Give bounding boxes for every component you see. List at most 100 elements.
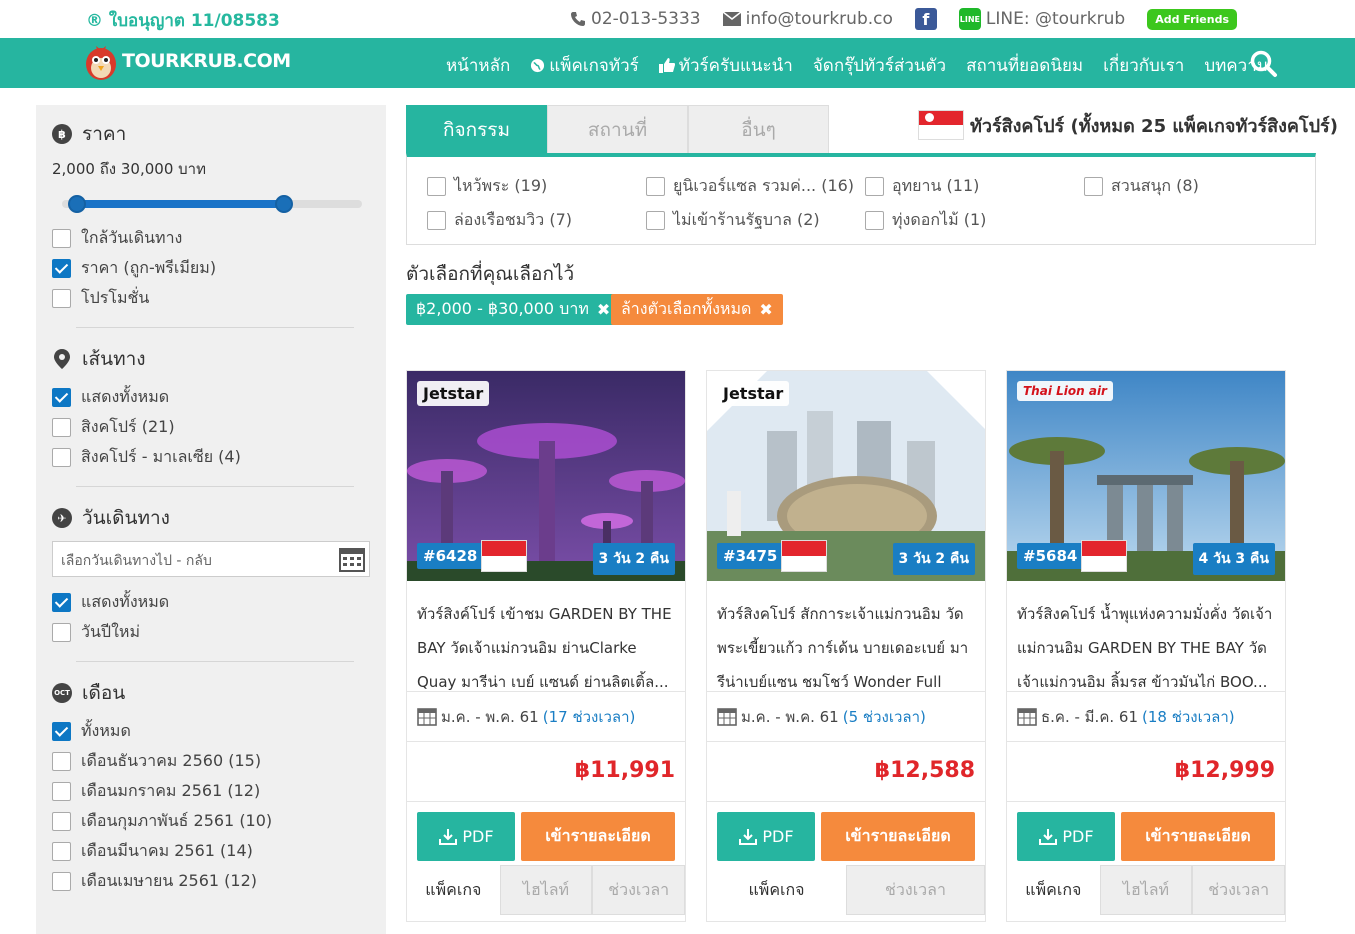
menu-recommended[interactable]: ทัวร์ครับแนะนำ [658, 52, 793, 79]
menu-popular-places[interactable]: สถานที่ยอดนิยม [966, 52, 1083, 79]
checkbox[interactable] [865, 211, 884, 230]
checkbox[interactable] [52, 751, 71, 771]
checkbox[interactable] [865, 177, 884, 196]
tab-places[interactable]: สถานที่ [547, 105, 688, 155]
menu-about-us[interactable]: เกี่ยวกับเรา [1103, 52, 1184, 79]
month-option[interactable]: เดือนกุมภาพันธ์ 2561 (10) [52, 806, 370, 836]
phone-icon [571, 12, 585, 26]
month-option[interactable]: เดือนธันวาคม 2560 (15) [52, 746, 370, 776]
tour-slots[interactable]: (17 ช่วงเวลา) [543, 705, 636, 729]
checkbox[interactable] [52, 447, 71, 467]
checkbox[interactable] [1084, 177, 1103, 196]
checkbox[interactable] [52, 721, 71, 741]
price-option[interactable]: ราคา (ถูก-พรีเมียม) [52, 253, 370, 283]
slider-max-handle[interactable] [275, 195, 293, 213]
site-logo[interactable]: TOURKRUB.COM [84, 40, 291, 82]
tour-image[interactable]: Jetstar #3475 3 วัน 2 คืน [707, 371, 985, 581]
tab-periods[interactable]: ช่วงเวลา [592, 865, 686, 915]
checkbox[interactable] [646, 211, 665, 230]
checkbox[interactable] [52, 228, 71, 248]
tab-package[interactable]: แพ็คเกจ [407, 865, 500, 915]
airline-logo: Thai Lion air [1017, 381, 1113, 401]
tour-slots[interactable]: (18 ช่วงเวลา) [1142, 705, 1235, 729]
close-icon[interactable]: ✖ [597, 300, 610, 319]
email-contact[interactable]: info@tourkrub.co [722, 9, 893, 29]
menu-private-group[interactable]: จัดกรุ๊ปทัวร์ส่วนตัว [813, 52, 946, 79]
add-friends-button[interactable]: Add Friends [1147, 8, 1238, 30]
checkbox[interactable] [52, 781, 71, 801]
activity-filter-item[interactable]: อุทยาน (11) [865, 174, 979, 199]
menu-tour-packages[interactable]: แพ็คเกจทัวร์ [530, 52, 639, 79]
view-details-button[interactable]: เข้ารายละเอียด [521, 812, 675, 861]
slider-min-handle[interactable] [68, 195, 86, 213]
line-contact[interactable]: LINE LINE: @tourkrub [958, 8, 1125, 30]
tour-period: ธ.ค. - มี.ค. 61 (18 ช่วงเวลา) [1007, 691, 1285, 741]
tab-periods[interactable]: ช่วงเวลา [846, 865, 985, 915]
pdf-button[interactable]: PDF [1017, 812, 1115, 861]
tab-periods[interactable]: ช่วงเวลา [1192, 865, 1286, 915]
view-details-button[interactable]: เข้ารายละเอียด [821, 812, 975, 861]
tab-highlights[interactable]: ไฮไลท์ [499, 865, 593, 915]
route-option[interactable]: แสดงทั้งหมด [52, 382, 370, 412]
price-option[interactable]: โปรโมชั่น [52, 283, 370, 313]
checkbox[interactable] [52, 841, 71, 861]
tour-title[interactable]: ทัวร์สิงค์โปร์ เข้าชม GARDEN BY THE BAY … [407, 581, 685, 691]
calendar-month-icon: OCT [52, 683, 72, 703]
tab-highlights[interactable]: ไฮไลท์ [1099, 865, 1193, 915]
calendar-icon[interactable] [339, 546, 365, 572]
month-option[interactable]: เดือนเมษายน 2561 (12) [52, 866, 370, 896]
checkbox[interactable] [52, 417, 71, 437]
month-option[interactable]: เดือนมีนาคม 2561 (14) [52, 836, 370, 866]
menu-home[interactable]: หน้าหลัก [446, 52, 510, 79]
checkbox[interactable] [52, 288, 71, 308]
checkbox[interactable] [52, 258, 71, 278]
travel-date-option[interactable]: วันปีใหม่ [52, 617, 370, 647]
travel-date-option[interactable]: แสดงทั้งหมด [52, 587, 370, 617]
phone-number: 02-013-5333 [591, 9, 701, 29]
tour-slots[interactable]: (5 ช่วงเวลา) [843, 705, 926, 729]
activity-filter-item[interactable]: สวนสนุก (8) [1084, 174, 1199, 199]
route-option[interactable]: สิงคโปร์ (21) [52, 412, 370, 442]
view-details-button[interactable]: เข้ารายละเอียด [1121, 812, 1275, 861]
facebook-icon[interactable]: f [914, 8, 937, 30]
activity-filter-item[interactable]: ล่องเรือชมวิว (7) [427, 208, 572, 233]
checkbox[interactable] [52, 622, 71, 642]
country-title-text: ทัวร์สิงคโปร์ (ทั้งหมด 25 แพ็คเกจทัวร์สิ… [970, 115, 1338, 137]
tab-others[interactable]: อื่นๆ [688, 105, 829, 155]
checkbox[interactable] [52, 592, 71, 612]
checkbox[interactable] [427, 211, 446, 230]
activity-filter-item[interactable]: ไหว้พระ (19) [427, 174, 547, 199]
activity-filter-item[interactable]: ยูนิเวอร์แซล รวมค่... (16) [646, 174, 854, 199]
pdf-button[interactable]: PDF [417, 812, 515, 861]
tour-title[interactable]: ทัวร์สิงคโปร์ น้ำพุแห่งความมั่งคั่ง วัดเ… [1007, 581, 1285, 691]
tour-image[interactable]: Thai Lion air #5684 4 วัน 3 คืน [1007, 371, 1285, 581]
travel-date-input[interactable]: เลือกวันเดินทางไป - กลับ [52, 541, 370, 577]
tour-card[interactable]: Jetstar #3475 3 วัน 2 คืน ทัวร์สิงคโปร์ … [706, 370, 986, 922]
checkbox[interactable] [52, 387, 71, 407]
close-icon[interactable]: ✖ [759, 300, 772, 319]
tab-package[interactable]: แพ็คเกจ [707, 865, 846, 915]
tour-card[interactable]: Jetstar #6428 3 วัน 2 คืน ทัวร์สิงค์โปร์… [406, 370, 686, 922]
route-option[interactable]: สิงคโปร์ - มาเลเซีย (4) [52, 442, 370, 472]
tour-months: ธ.ค. - มี.ค. 61 [1041, 707, 1138, 726]
tour-image[interactable]: Jetstar #6428 3 วัน 2 คืน [407, 371, 685, 581]
activity-filter-item[interactable]: ไม่เข้าร้านรัฐบาล (2) [646, 208, 820, 233]
checkbox[interactable] [427, 177, 446, 196]
tab-package[interactable]: แพ็คเกจ [1007, 865, 1100, 915]
pdf-button[interactable]: PDF [717, 812, 815, 861]
month-option[interactable]: ทั้งหมด [52, 716, 370, 746]
phone-contact[interactable]: 02-013-5333 [570, 9, 701, 29]
checkbox[interactable] [52, 871, 71, 891]
search-icon[interactable] [1250, 50, 1278, 78]
checkbox[interactable] [646, 177, 665, 196]
checkbox[interactable] [52, 811, 71, 831]
price-filter-tag[interactable]: ฿2,000 - ฿30,000 บาท ✖ [406, 294, 621, 325]
tab-activities[interactable]: กิจกรรม [406, 105, 547, 155]
price-slider[interactable] [62, 187, 362, 217]
clear-all-tag[interactable]: ล้างตัวเลือกทั้งหมด ✖ [611, 294, 783, 325]
month-option[interactable]: เดือนมกราคม 2561 (12) [52, 776, 370, 806]
price-option[interactable]: ใกล้วันเดินทาง [52, 223, 370, 253]
activity-filter-item[interactable]: ทุ่งดอกไม้ (1) [865, 208, 986, 233]
tour-title[interactable]: ทัวร์สิงคโปร์ สักการะเจ้าแม่กวนอิม วัดพร… [707, 581, 985, 691]
tour-card[interactable]: Thai Lion air #5684 4 วัน 3 คืน ทัวร์สิง… [1006, 370, 1286, 922]
